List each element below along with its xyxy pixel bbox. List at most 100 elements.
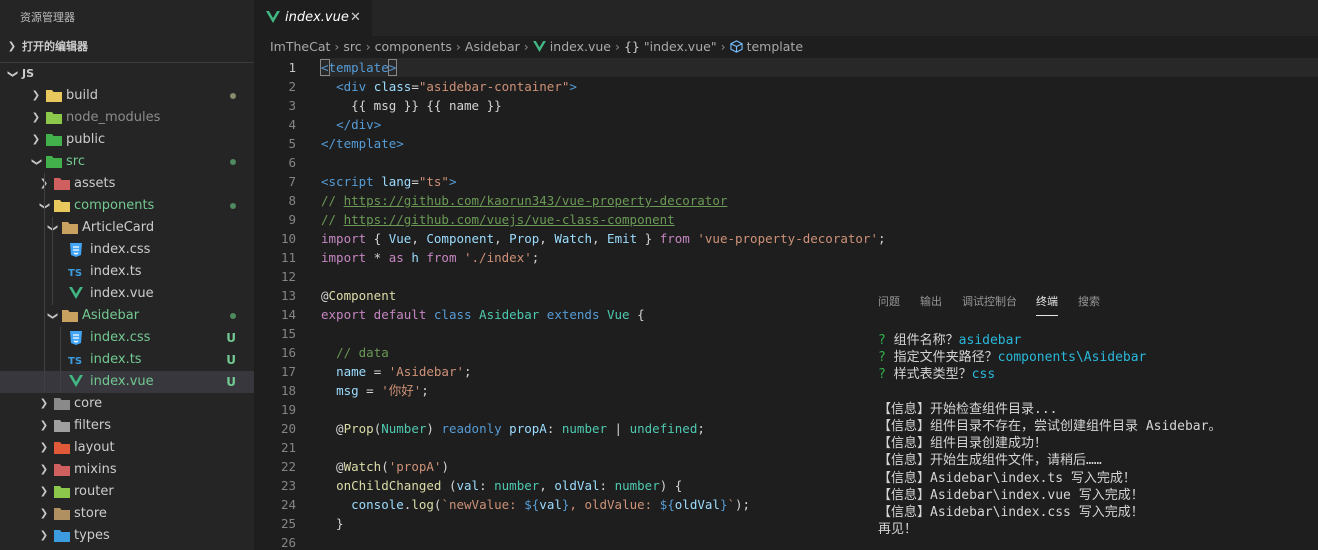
chevron-right-icon: ❯	[39, 508, 49, 519]
tree-folder[interactable]: ❯ store	[0, 503, 254, 525]
tree-file[interactable]: index.css U	[0, 327, 254, 349]
tree-folder[interactable]: ❯ public	[0, 129, 254, 151]
panel-tab[interactable]: 输出	[920, 288, 942, 316]
terminal-output[interactable]: ? 组件名称？asidebar? 指定文件夹路径？components\Asid…	[878, 332, 1318, 538]
line-number: 20	[280, 421, 296, 436]
code-token: :	[599, 478, 615, 493]
open-editors-label: 打开的编辑器	[22, 40, 88, 53]
panel-tab[interactable]: 问题	[878, 288, 900, 316]
tree-folder[interactable]: ❯ core	[0, 393, 254, 415]
tree-folder[interactable]: ❯assets	[0, 173, 254, 195]
code-token: export	[321, 307, 367, 322]
tree-file[interactable]: index.vue U	[0, 371, 254, 393]
tree-folder[interactable]: ❯ Asidebar	[0, 305, 254, 327]
line-number: 15	[280, 326, 296, 341]
tree-folder[interactable]: ❯ src	[0, 151, 254, 173]
panel-tab[interactable]: 终端	[1036, 288, 1058, 316]
code-token: </div>	[336, 117, 382, 132]
line-number: 8	[288, 193, 296, 208]
code-token: :	[546, 421, 562, 436]
code-token: 'vue-property-decorator'	[689, 231, 878, 246]
tree-folder[interactable]: ❯ mixins	[0, 459, 254, 481]
tree-item-label: index.css	[90, 330, 151, 345]
code-token: </template>	[321, 136, 404, 151]
line-number: 25	[280, 516, 296, 531]
code-line: // https://github.com/vuejs/vue-class-co…	[321, 210, 1318, 229]
terminal-token: ?	[878, 333, 894, 348]
line-number: 2	[288, 79, 296, 94]
code-token: number	[614, 478, 660, 493]
code-token: >	[569, 79, 577, 94]
terminal-token: asidebar	[958, 333, 1022, 348]
breadcrumb-item[interactable]: template	[747, 39, 803, 54]
code-token: ;	[421, 383, 429, 398]
tree-folder[interactable]: ❯ router	[0, 481, 254, 503]
tree-folder[interactable]: ❯ layout	[0, 437, 254, 459]
tree-folder[interactable]: ❯ node_modules	[0, 107, 254, 129]
tree-folder[interactable]: ❯ArticleCard	[0, 217, 254, 239]
tree-file[interactable]: TS index.ts	[0, 261, 254, 283]
terminal-token: 【信息】开始生成组件文件，请稍后……	[878, 453, 1102, 469]
code-token: Vue	[599, 307, 630, 322]
terminal-token: 再见！	[878, 522, 918, 538]
folder-icon	[54, 463, 70, 477]
code-token: import	[321, 250, 367, 265]
tree-item-label: filters	[74, 418, 112, 433]
terminal-line: 【信息】开始检查组件目录...	[878, 401, 1318, 418]
code-token: default	[366, 307, 427, 322]
code-token: ;	[464, 364, 472, 379]
breadcrumb-item[interactable]: components	[375, 39, 452, 54]
tree-file[interactable]: index.vue	[0, 283, 254, 305]
file-tree: ❯build❯node_modules❯public❯src❯assets❯co…	[0, 85, 254, 547]
tree-file[interactable]: TS index.ts U	[0, 349, 254, 371]
terminal-token: 【信息】开始检查组件目录...	[878, 401, 1058, 417]
terminal-line: ? 指定文件夹路径？components\Asidebar	[878, 349, 1318, 366]
tree-item-label: index.ts	[90, 264, 142, 279]
chevron-right-icon: ›	[523, 39, 529, 54]
code-token: "ts"	[418, 174, 449, 189]
svg-text:TS: TS	[68, 268, 82, 279]
indent-guide	[52, 217, 53, 305]
code-token: template	[328, 60, 389, 75]
code-token: h	[403, 250, 427, 265]
code-token: =	[358, 383, 382, 398]
chevron-right-icon: ›	[455, 39, 461, 54]
open-editors-section[interactable]: ❯ 打开的编辑器	[0, 36, 254, 58]
tree-folder[interactable]: ❯ types	[0, 525, 254, 547]
line-number: 16	[280, 345, 296, 360]
panel-tab[interactable]: 调试控制台	[962, 288, 1017, 316]
tree-item-label: core	[74, 396, 103, 411]
tree-folder[interactable]: ❯components	[0, 195, 254, 217]
terminal-token: 【信息】Asidebar\index.ts 写入完成！	[878, 470, 1136, 486]
tree-file[interactable]: index.css	[0, 239, 254, 261]
code-token: extends	[539, 307, 600, 322]
breadcrumb-item[interactable]: src	[343, 39, 361, 54]
modified-dot	[230, 93, 236, 99]
breadcrumb: ImTheCat › src › components › Asidebar › index.v…	[254, 36, 1318, 58]
breadcrumb-item[interactable]: index.vue	[550, 39, 611, 54]
workspace-section[interactable]: ❯ JS	[0, 62, 254, 85]
terminal-line: 【信息】Asidebar\index.css 写入完成！	[878, 504, 1318, 521]
terminal-line: ? 组件名称？asidebar	[878, 332, 1318, 349]
folder-icon	[46, 111, 62, 125]
code-token: =	[366, 364, 389, 379]
code-token: Number	[381, 421, 427, 436]
tree-item-label: index.vue	[90, 374, 154, 389]
breadcrumb-item[interactable]: Asidebar	[465, 39, 520, 54]
line-number: 18	[280, 383, 296, 398]
code-token: `	[727, 497, 735, 512]
breadcrumb-item[interactable]: ImTheCat	[270, 39, 330, 54]
modified-dot	[230, 313, 236, 319]
panel-tab[interactable]: 搜索	[1078, 288, 1100, 316]
line-number: 22	[280, 459, 296, 474]
code-line: <script lang="ts">	[321, 172, 1318, 191]
close-icon[interactable]: ✕	[350, 0, 361, 36]
tree-folder[interactable]: ❯ build	[0, 85, 254, 107]
editor-tabs: index.vue ✕	[254, 0, 1318, 36]
tree-item-label: node_modules	[66, 110, 161, 125]
tree-folder[interactable]: ❯ filters	[0, 415, 254, 437]
breadcrumb-item[interactable]: "index.vue"	[644, 39, 717, 54]
tab-index-vue[interactable]: index.vue ✕	[254, 0, 372, 36]
